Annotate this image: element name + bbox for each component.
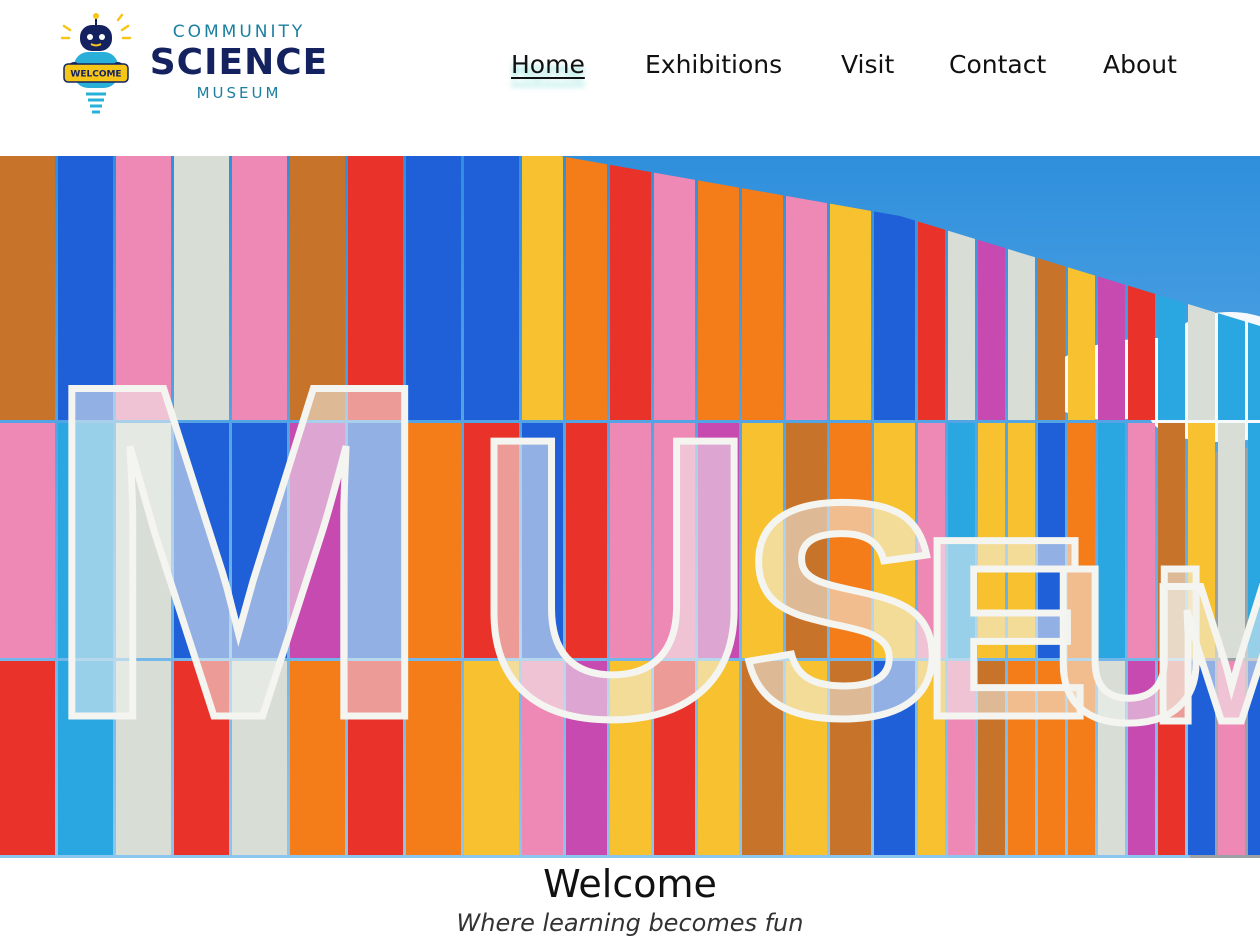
nav-exhibitions-link[interactable]: Exhibitions (645, 48, 782, 82)
welcome-section: Welcome Where learning becomes fun (0, 858, 1260, 946)
sign-letter: U (470, 354, 759, 801)
museum-facade-photo: M USEUM (0, 156, 1260, 858)
hero-image: MUSEUM (0, 156, 1260, 858)
main-nav: Home Exhibitions Visit Contact About (0, 48, 1260, 88)
nav-contact-link[interactable]: Contact (949, 48, 1046, 82)
welcome-subtitle: Where learning becomes fun (456, 909, 804, 937)
sign-letter: S (740, 439, 944, 781)
nav-visit-link[interactable]: Visit (841, 48, 894, 82)
sign-letter: M (1150, 545, 1260, 763)
nav-about-link[interactable]: About (1103, 48, 1177, 82)
sign-letter: M (40, 285, 437, 817)
nav-home-link[interactable]: Home (511, 48, 585, 82)
logo-community-text: COMMUNITY (172, 22, 306, 42)
welcome-title: Welcome (543, 862, 717, 906)
site-header: WELCOME COMMUNITY SCIENCE MUSEUM Home Ex… (0, 0, 1260, 156)
